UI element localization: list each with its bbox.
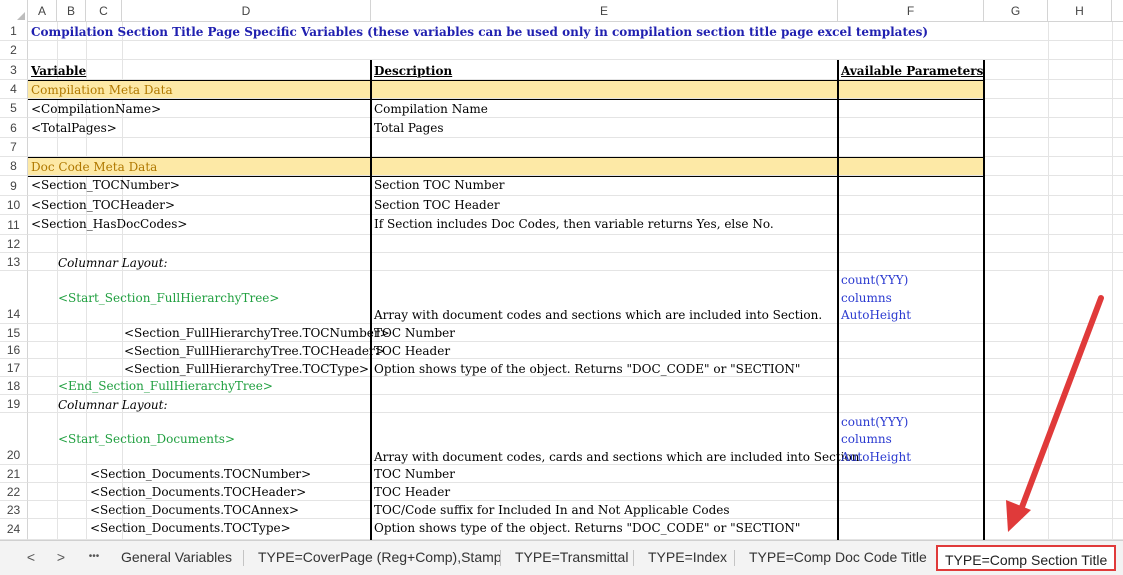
row-header[interactable]: 15 (0, 324, 28, 342)
row-header[interactable]: 5 (0, 99, 28, 118)
description-cell: Section TOC Header (374, 198, 500, 212)
variable-cell-start-tag: <Start_Section_FullHierarchyTree> (58, 291, 280, 305)
description-cell: TOC Header (374, 485, 451, 499)
variable-cell: <Section_Documents.TOCHeader> (90, 485, 307, 499)
variable-cell-start-tag: <Start_Section_Documents> (58, 432, 236, 446)
column-header-bar: A B C D E F G H (0, 0, 1123, 22)
col-header-c[interactable]: C (86, 0, 122, 22)
variable-cell-end-tag: <End_Section_FullHierarchyTree> (58, 379, 273, 393)
row-header[interactable]: 10 (0, 196, 28, 215)
row-header[interactable]: 23 (0, 501, 28, 519)
variable-cell: <Section_Documents.TOCAnnex> (90, 503, 300, 517)
section-band-doc-code (28, 157, 984, 176)
tab-coverpage-stamp[interactable]: TYPE=CoverPage (Reg+Comp),Stamp (250, 541, 510, 575)
description-cell: Option shows type of the object. Returns… (374, 362, 801, 376)
row-header[interactable]: 14 (0, 271, 28, 324)
row-header[interactable]: 19 (0, 395, 28, 413)
description-cell: Compilation Name (374, 102, 488, 116)
row-header[interactable]: 20 (0, 413, 28, 465)
columnar-layout-label: Columnar Layout: (58, 398, 168, 412)
row-header[interactable]: 17 (0, 359, 28, 377)
row-header[interactable]: 22 (0, 483, 28, 501)
param-columns: columns (841, 432, 892, 446)
description-cell: TOC Number (374, 467, 455, 481)
spreadsheet-grid[interactable]: A B C D E F G H 1 2 3 4 5 6 7 8 9 10 11 12 13 14 15 16 1… (0, 0, 1123, 540)
tab-transmittal[interactable]: TYPE=Transmittal (507, 541, 636, 575)
row-header[interactable]: 16 (0, 342, 28, 359)
scroll-tabs-right-button[interactable]: > (50, 541, 72, 575)
section-doc-code-meta: Doc Code Meta Data (31, 160, 158, 174)
col-header-b[interactable]: B (57, 0, 86, 22)
row-header[interactable]: 1 (0, 22, 28, 41)
tab-comp-section-title[interactable]: TYPE=Comp Section Title (936, 545, 1117, 571)
variable-cell: <Section_FullHierarchyTree.TOCType> (124, 362, 370, 376)
variable-cell: <Section_TOCHeader> (31, 198, 176, 212)
row-header[interactable]: 3 (0, 60, 28, 80)
param-autoheight: AutoHeight (841, 308, 912, 322)
description-cell: Option shows type of the object. Returns… (374, 521, 801, 535)
header-description: Description (374, 64, 453, 78)
description-cell: Array with document codes and sections w… (374, 308, 823, 322)
select-all-corner[interactable] (0, 0, 28, 22)
header-available-parameters: Available Parameters (841, 64, 984, 78)
row-header[interactable]: 21 (0, 465, 28, 483)
columnar-layout-label: Columnar Layout: (58, 256, 168, 270)
param-count: count(YYY) (841, 415, 909, 429)
description-cell: Array with document codes, cards and sec… (374, 450, 864, 464)
more-tabs-button[interactable]: ••• (82, 541, 106, 575)
description-cell: TOC Number (374, 326, 455, 340)
col-header-f[interactable]: F (838, 0, 984, 22)
row-header[interactable]: 9 (0, 176, 28, 196)
variable-cell: <Section_TOCNumber> (31, 178, 180, 192)
param-count: count(YYY) (841, 273, 909, 287)
description-cell: Section TOC Number (374, 178, 505, 192)
row-header[interactable]: 6 (0, 118, 28, 138)
variable-cell: <Section_Documents.TOCNumber> (90, 467, 312, 481)
row-header[interactable]: 4 (0, 80, 28, 99)
variable-cell: <Section_Documents.TOCType> (90, 521, 291, 535)
row-header[interactable]: 24 (0, 519, 28, 540)
tab-comp-doc-code-title[interactable]: TYPE=Comp Doc Code Title (741, 541, 935, 575)
row-header[interactable]: 11 (0, 215, 28, 235)
param-columns: columns (841, 291, 892, 305)
row-header[interactable]: 2 (0, 41, 28, 60)
sheet-tab-bar: < > ••• General Variables TYPE=CoverPage… (0, 540, 1123, 575)
col-header-a[interactable]: A (28, 0, 57, 22)
section-compilation-meta: Compilation Meta Data (31, 83, 173, 97)
variable-cell: <CompilationName> (31, 102, 162, 116)
variable-cell: <Section_FullHierarchyTree.TOCHeader> (124, 344, 385, 358)
description-cell: TOC Header (374, 344, 451, 358)
col-header-e[interactable]: E (371, 0, 838, 22)
sheet-title: Compilation Section Title Page Specific … (31, 25, 929, 39)
tab-general-variables[interactable]: General Variables (113, 541, 240, 575)
param-autoheight: AutoHeight (841, 450, 912, 464)
col-header-g[interactable]: G (984, 0, 1048, 22)
col-header-d[interactable]: D (122, 0, 371, 22)
row-header[interactable]: 8 (0, 157, 28, 176)
description-cell: If Section includes Doc Codes, then vari… (374, 217, 774, 231)
description-cell: TOC/Code suffix for Included In and Not … (374, 503, 730, 517)
header-variable: Variable (31, 64, 87, 78)
col-header-h[interactable]: H (1048, 0, 1112, 22)
row-header[interactable]: 7 (0, 138, 28, 157)
variable-cell: <Section_HasDocCodes> (31, 217, 188, 231)
scroll-tabs-left-button[interactable]: < (20, 541, 42, 575)
row-header[interactable]: 12 (0, 235, 28, 253)
row-header[interactable]: 13 (0, 253, 28, 271)
row-header[interactable]: 18 (0, 377, 28, 395)
description-cell: Total Pages (374, 121, 444, 135)
variable-cell: <Section_FullHierarchyTree.TOCNumber> (124, 326, 390, 340)
variable-cell: <TotalPages> (31, 121, 117, 135)
tab-index[interactable]: TYPE=Index (640, 541, 735, 575)
